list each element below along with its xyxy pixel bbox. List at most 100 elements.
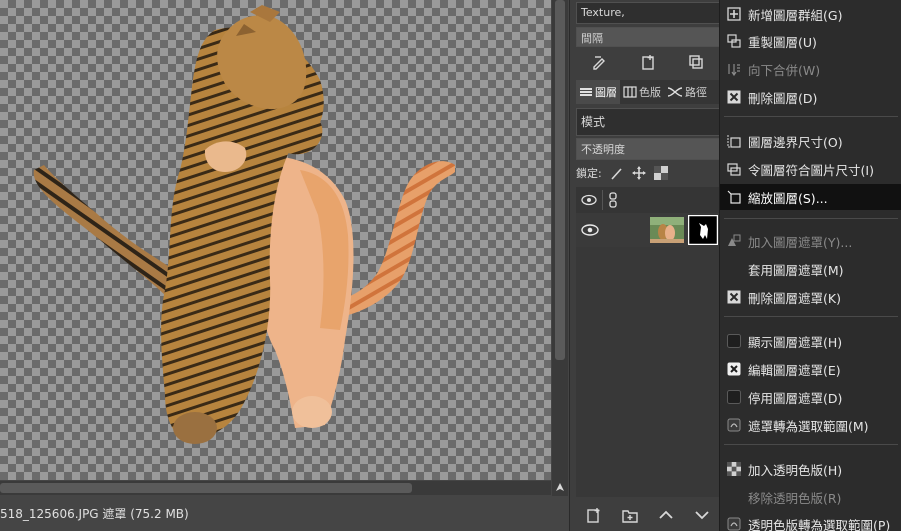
layer-to-image-icon xyxy=(726,161,742,177)
menu-item-label: 移除透明色版(R) xyxy=(748,490,842,506)
mask-to-selection-icon xyxy=(726,417,742,433)
menu-item-label: 令圖層符合圖片尺寸(I) xyxy=(748,162,874,178)
hugging-cats-image xyxy=(33,5,455,444)
paths-icon xyxy=(667,87,683,97)
tab-channels-label: 色版 xyxy=(639,86,661,99)
visibility-eye-icon[interactable] xyxy=(580,223,600,237)
menu-item-edit-layer-mask[interactable]: 編輯圖層遮罩(E) xyxy=(720,356,901,382)
menu-item-merge-down[interactable]: 向下合併(W) xyxy=(720,56,901,82)
lower-layer-icon[interactable] xyxy=(694,507,710,523)
alpha-icon xyxy=(726,461,742,477)
menu-item-label: 遮罩轉為選取範圍(M) xyxy=(748,418,869,434)
checkbox-icon[interactable] xyxy=(726,389,742,405)
menu-item-new-layer-group[interactable]: 新增圖層群組(G) xyxy=(720,1,901,27)
menu-item-label: 停用圖層遮罩(D) xyxy=(748,390,843,406)
tabby-tail xyxy=(33,165,178,300)
layer-list-header xyxy=(576,187,720,213)
opacity-slider[interactable]: 不透明度 xyxy=(576,138,720,160)
lock-row: 鎖定: xyxy=(576,163,668,183)
merge-down-icon xyxy=(726,61,742,77)
menu-separator xyxy=(724,316,898,317)
layer-thumbnail xyxy=(650,217,684,243)
layer-context-menu: 新增圖層群組(G) 重製圖層(U) 向下合併(W) 刪除圖層(D) 圖層邊界尺寸… xyxy=(719,0,901,531)
menu-item-label: 刪除圖層(D) xyxy=(748,90,818,106)
dock-tabs: 圖層 色版 路徑 xyxy=(576,80,720,104)
image-canvas[interactable] xyxy=(0,0,551,480)
menu-item-show-layer-mask[interactable]: 顯示圖層遮罩(H) xyxy=(720,328,901,354)
menu-item-label: 加入透明色版(H) xyxy=(748,462,843,478)
lock-pixels-icon[interactable] xyxy=(610,166,624,180)
new-brush-icon[interactable] xyxy=(637,51,659,73)
spacing-slider[interactable]: 間隔 xyxy=(576,27,720,47)
alpha-to-selection-icon xyxy=(726,516,742,531)
menu-item-delete-layer-mask[interactable]: 刪除圖層遮罩(K) xyxy=(720,284,901,310)
layers-icon xyxy=(580,88,592,96)
menu-item-add-alpha-channel[interactable]: 加入透明色版(H) xyxy=(720,456,901,482)
menu-item-label: 縮放圖層(S)... xyxy=(748,190,828,206)
lock-label: 鎖定: xyxy=(576,167,602,180)
brush-name-field[interactable]: Texture, xyxy=(576,2,720,24)
delete-icon xyxy=(726,289,742,305)
menu-item-label: 顯示圖層遮罩(H) xyxy=(748,334,843,350)
lock-position-icon[interactable] xyxy=(631,166,646,180)
menu-item-label: 新增圖層群組(G) xyxy=(748,7,843,23)
new-layer-icon[interactable] xyxy=(586,507,602,523)
layer-row[interactable] xyxy=(576,213,720,247)
menu-item-alpha-to-selection[interactable]: 透明色版轉為選取範圍(P) xyxy=(720,511,901,531)
layers-dock: Texture, 間隔 圖層 色版 路徑 模式 不透明度 鎖定: xyxy=(569,0,720,531)
menu-item-label: 套用圖層遮罩(M) xyxy=(748,262,844,278)
checkbox-checked-icon[interactable] xyxy=(726,361,742,377)
menu-item-add-layer-mask[interactable]: 加入圖層遮罩(Y)... xyxy=(720,228,901,254)
menu-item-apply-layer-mask[interactable]: 套用圖層遮罩(M) xyxy=(720,256,901,282)
channels-icon xyxy=(623,86,637,98)
checkbox-icon[interactable] xyxy=(726,333,742,349)
tab-channels[interactable]: 色版 xyxy=(620,80,664,104)
menu-item-mask-to-selection[interactable]: 遮罩轉為選取範圍(M) xyxy=(720,412,901,438)
layer-mask-thumbnail xyxy=(688,215,718,245)
duplicate-brush-icon[interactable] xyxy=(685,51,707,73)
scale-layer-icon xyxy=(726,189,742,205)
menu-item-scale-layer[interactable]: 縮放圖層(S)... xyxy=(720,184,901,210)
vertical-scrollbar-thumb[interactable] xyxy=(555,0,565,360)
menu-item-label: 加入圖層遮罩(Y)... xyxy=(748,234,853,250)
tab-paths-label: 路徑 xyxy=(685,86,707,99)
menu-item-label: 編輯圖層遮罩(E) xyxy=(748,362,841,378)
raise-layer-icon[interactable] xyxy=(658,507,674,523)
tab-layers-label: 圖層 xyxy=(595,86,617,99)
menu-item-disable-layer-mask[interactable]: 停用圖層遮罩(D) xyxy=(720,384,901,410)
horizontal-scrollbar-thumb[interactable] xyxy=(0,483,412,493)
new-layer-group-icon[interactable] xyxy=(622,507,638,523)
menu-item-label: 圖層邊界尺寸(O) xyxy=(748,134,843,150)
delete-icon xyxy=(726,89,742,105)
menu-separator xyxy=(724,218,898,219)
layer-boundary-icon xyxy=(726,133,742,149)
menu-item-remove-alpha-channel[interactable]: 移除透明色版(R) xyxy=(720,484,901,510)
chain-header-icon xyxy=(609,192,617,208)
vertical-scrollbar[interactable] xyxy=(552,0,568,480)
tab-layers[interactable]: 圖層 xyxy=(576,80,620,104)
menu-item-label: 透明色版轉為選取範圍(P) xyxy=(748,517,891,531)
lock-alpha-icon[interactable] xyxy=(653,166,668,180)
menu-item-layer-to-image-size[interactable]: 令圖層符合圖片尺寸(I) xyxy=(720,156,901,182)
menu-item-duplicate-layer[interactable]: 重製圖層(U) xyxy=(720,28,901,54)
layer-buttons xyxy=(576,500,720,530)
menu-item-label: 刪除圖層遮罩(K) xyxy=(748,290,841,306)
menu-separator xyxy=(724,444,898,445)
menu-item-label: 向下合併(W) xyxy=(748,62,821,78)
menu-item-delete-layer[interactable]: 刪除圖層(D) xyxy=(720,84,901,110)
horizontal-scrollbar[interactable] xyxy=(0,481,551,495)
navigate-icon[interactable] xyxy=(552,480,568,496)
add-mask-icon xyxy=(726,233,742,249)
brush-buttons xyxy=(576,49,720,75)
menu-separator xyxy=(724,116,898,117)
tab-paths[interactable]: 路徑 xyxy=(664,80,710,104)
menu-item-layer-boundary-size[interactable]: 圖層邊界尺寸(O) xyxy=(720,128,901,154)
menu-item-label: 重製圖層(U) xyxy=(748,34,817,50)
new-group-icon xyxy=(726,6,742,22)
duplicate-icon xyxy=(726,33,742,49)
status-text: 518_125606.JPG 遮罩 (75.2 MB) xyxy=(0,507,189,521)
layer-mode-select[interactable]: 模式 xyxy=(576,108,720,136)
eye-header-icon xyxy=(581,194,597,206)
status-bar: 518_125606.JPG 遮罩 (75.2 MB) xyxy=(0,496,569,531)
edit-brush-icon[interactable] xyxy=(589,51,611,73)
